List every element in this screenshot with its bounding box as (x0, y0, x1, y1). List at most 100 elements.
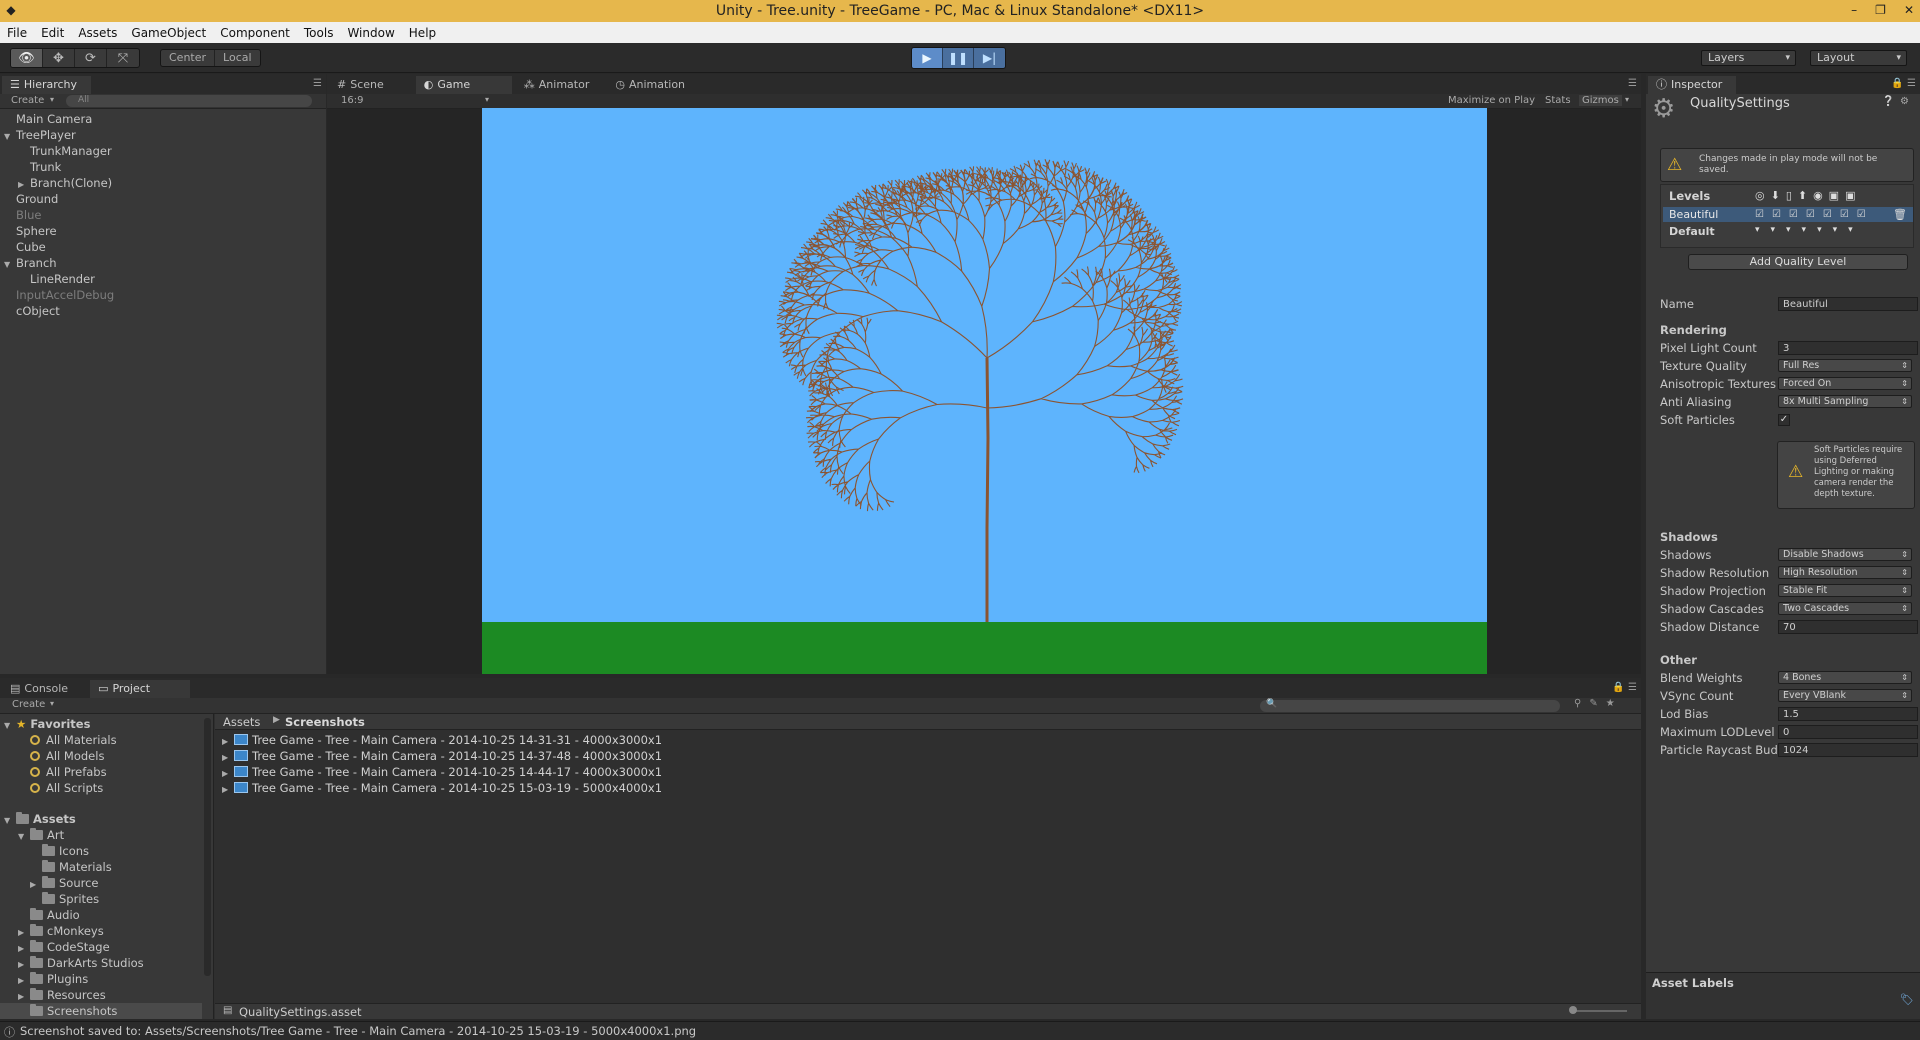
tab-animator[interactable]: ⁂ Animator (516, 76, 604, 94)
project-create-button[interactable]: Create (12, 699, 45, 710)
shadow-distance-field[interactable]: 70 (1778, 620, 1918, 634)
soft-particles-checkbox[interactable]: ✓ (1778, 414, 1790, 426)
menu-file[interactable]: File (7, 26, 27, 40)
panel-menu-icon[interactable]: 🔒 ☰ (1891, 78, 1916, 89)
particle-raycast-field[interactable]: 1024 (1778, 743, 1918, 757)
tab-hierarchy[interactable]: ☰ Hierarchy (2, 76, 92, 94)
layers-dropdown[interactable]: Layers (1701, 50, 1796, 66)
hierarchy-item-blue[interactable]: Blue (16, 207, 41, 223)
hierarchy-create-button[interactable]: Create (11, 95, 44, 106)
folder-audio[interactable]: Audio (30, 907, 80, 923)
maximize-on-play-toggle[interactable]: Maximize on Play (1448, 95, 1535, 106)
assets-node[interactable]: ▼ Assets (4, 811, 76, 827)
close-icon[interactable]: ✕ (1904, 0, 1914, 22)
level-checkboxes[interactable]: ☑☑☑☑☑☑☑ (1755, 207, 1874, 222)
icon-size-slider[interactable] (1571, 1010, 1627, 1012)
folder-tree-scrollbar[interactable] (204, 718, 211, 976)
move-tool-icon[interactable]: ✥ (43, 49, 75, 67)
hierarchy-item-branch[interactable]: ▼ Branch (4, 255, 57, 271)
scale-tool-icon[interactable]: ⤧ (107, 49, 139, 67)
menu-tools[interactable]: Tools (304, 26, 334, 40)
max-lod-level-field[interactable]: 0 (1778, 725, 1918, 739)
help-icon[interactable]: ❔ (1882, 96, 1894, 107)
folder-art[interactable]: ▼ Art (18, 827, 64, 843)
file-row[interactable]: ▶ Tree Game - Tree - Main Camera - 2014-1… (222, 764, 662, 780)
layout-dropdown[interactable]: Layout (1810, 50, 1907, 66)
status-message[interactable]: Screenshot saved to: Assets/Screenshots/… (20, 1024, 696, 1038)
folder-sprites[interactable]: Sprites (42, 891, 99, 907)
local-button[interactable]: Local (214, 50, 260, 66)
folder-cmonkeys[interactable]: ▶ cMonkeys (18, 923, 104, 939)
default-level-arrows[interactable]: ▾▾▾▾▾▾▾ (1755, 225, 1864, 235)
panel-menu-icon[interactable]: ☰ (313, 78, 322, 89)
hierarchy-item-trunk[interactable]: Trunk (30, 159, 61, 175)
folder-plugins[interactable]: ▶ Plugins (18, 971, 88, 987)
hierarchy-item-trunkmanager[interactable]: TrunkManager (30, 143, 112, 159)
file-row[interactable]: ▶ Tree Game - Tree - Main Camera - 2014-1… (222, 732, 662, 748)
name-field[interactable]: Beautiful (1778, 297, 1918, 311)
tag-icon[interactable]: 🏷 (1900, 993, 1914, 1006)
settings-gear-icon[interactable]: ⚙ (1900, 96, 1909, 107)
hierarchy-item-sphere[interactable]: Sphere (16, 223, 57, 239)
restore-icon[interactable]: ❐ (1875, 0, 1886, 22)
favorite-all-materials[interactable]: All Materials (30, 732, 117, 748)
favorite-all-scripts[interactable]: All Scripts (30, 780, 103, 796)
shadows-dropdown[interactable]: Disable Shadows (1778, 548, 1912, 561)
folder-codestage[interactable]: ▶ CodeStage (18, 939, 110, 955)
shadow-cascades-dropdown[interactable]: Two Cascades (1778, 602, 1912, 615)
hierarchy-item-ground[interactable]: Ground (16, 191, 58, 207)
file-row[interactable]: ▶ Tree Game - Tree - Main Camera - 2014-1… (222, 748, 662, 764)
trash-icon[interactable]: 🗑 (1893, 207, 1907, 222)
shadow-resolution-dropdown[interactable]: High Resolution (1778, 566, 1912, 579)
tab-scene[interactable]: # Scene (329, 76, 398, 94)
hierarchy-item-treeplayer[interactable]: ▼ TreePlayer (4, 127, 76, 143)
pause-icon[interactable]: ❚❚ (943, 48, 974, 68)
vsync-count-dropdown[interactable]: Every VBlank (1778, 689, 1912, 702)
lod-bias-field[interactable]: 1.5 (1778, 707, 1918, 721)
menu-gameobject[interactable]: GameObject (131, 26, 206, 40)
panel-menu-icon[interactable]: 🔒 ☰ (1612, 682, 1637, 693)
menu-window[interactable]: Window (347, 26, 394, 40)
project-search-input[interactable]: 🔍 (1260, 699, 1560, 712)
favorite-all-prefabs[interactable]: All Prefabs (30, 764, 107, 780)
hierarchy-item-main-camera[interactable]: Main Camera (16, 111, 92, 127)
hierarchy-item-linerender[interactable]: LineRender (30, 271, 95, 287)
rotate-tool-icon[interactable]: ⟳ (75, 49, 107, 67)
view-tool-eye-icon[interactable]: 👁 (11, 49, 43, 67)
favorite-all-models[interactable]: All Models (30, 748, 104, 764)
tab-game[interactable]: ◐ Game (415, 76, 512, 94)
hierarchy-item-cobject[interactable]: cObject (16, 303, 60, 319)
hierarchy-item-inputacceldebug[interactable]: InputAccelDebug (16, 287, 114, 303)
tab-inspector[interactable]: ⓘ Inspector (1648, 76, 1737, 94)
aspect-dropdown[interactable]: 16:9 (341, 95, 363, 106)
folder-resources[interactable]: ▶ Resources (18, 987, 106, 1003)
expand-arrow-icon[interactable]: ▼ (4, 129, 16, 145)
breadcrumb-assets[interactable]: Assets (223, 715, 260, 729)
anisotropic-dropdown[interactable]: Forced On (1778, 377, 1912, 390)
gizmos-toggle[interactable]: Gizmos (1579, 95, 1622, 106)
panel-menu-icon[interactable]: ☰ (1628, 78, 1637, 89)
shadow-projection-dropdown[interactable]: Stable Fit (1778, 584, 1912, 597)
menu-component[interactable]: Component (220, 26, 290, 40)
quality-level-beautiful[interactable]: Beautiful ☑☑☑☑☑☑☑ 🗑 (1663, 207, 1913, 222)
hierarchy-item-cube[interactable]: Cube (16, 239, 46, 255)
folder-darkarts-studios[interactable]: ▶ DarkArts Studios (18, 955, 144, 971)
add-quality-level-button[interactable]: Add Quality Level (1688, 254, 1908, 270)
stats-toggle[interactable]: Stats (1545, 95, 1571, 106)
menu-assets[interactable]: Assets (78, 26, 117, 40)
anti-aliasing-dropdown[interactable]: 8x Multi Sampling (1778, 395, 1912, 408)
filter-icons[interactable]: ⚲✎★ (1574, 698, 1623, 709)
tab-project[interactable]: ▭ Project (90, 680, 191, 698)
breadcrumb-screenshots[interactable]: Screenshots (285, 715, 365, 729)
blend-weights-dropdown[interactable]: 4 Bones (1778, 671, 1912, 684)
texture-quality-dropdown[interactable]: Full Res (1778, 359, 1912, 372)
minimize-icon[interactable]: – (1851, 0, 1857, 22)
folder-materials[interactable]: Materials (42, 859, 112, 875)
center-button[interactable]: Center (161, 50, 214, 66)
hierarchy-search-input[interactable]: All (66, 95, 312, 107)
favorites-node[interactable]: ▼ ★ Favorites (4, 716, 90, 732)
expand-arrow-icon[interactable]: ▼ (4, 257, 16, 273)
play-icon[interactable]: ▶ (912, 48, 943, 68)
tab-animation[interactable]: ◷ Animation (607, 76, 699, 94)
menu-help[interactable]: Help (409, 26, 436, 40)
